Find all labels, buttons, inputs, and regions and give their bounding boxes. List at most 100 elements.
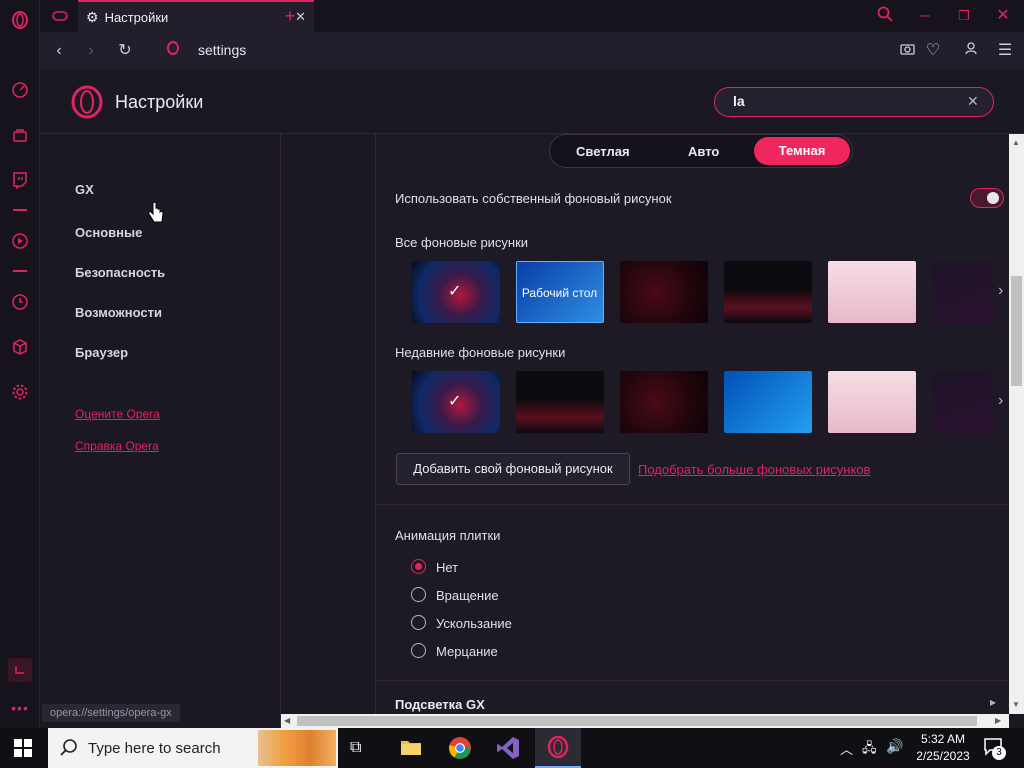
network-icon[interactable]: 🖧 [862, 739, 877, 761]
vertical-scrollbar[interactable]: ▲ ▼ [1009, 134, 1024, 714]
opera-gx-taskbar-button[interactable] [535, 728, 581, 768]
settings-content: Светлая Авто Темная Использовать собстве… [376, 134, 1009, 714]
scroll-thumb[interactable] [1011, 276, 1022, 386]
animation-none-label: Нет [436, 560, 459, 575]
theme-light-option[interactable]: Светлая [576, 144, 630, 159]
address-bar: ‹ › ↻ settings ♡ ☰ [40, 32, 1024, 70]
easy-setup-icon[interactable]: ☰ [994, 40, 1016, 62]
nav-item-basic[interactable]: Основные [75, 225, 142, 240]
animation-flicker-radio[interactable] [411, 643, 426, 658]
speedometer-icon[interactable] [8, 78, 32, 102]
volume-icon[interactable]: 🔊 [886, 738, 903, 755]
checkmark-icon: ✓ [448, 393, 462, 410]
tile-animation-title: Анимация плитки [395, 528, 501, 543]
clock-date[interactable]: 2/25/2023 [912, 749, 974, 763]
scroll-left-arrow-icon[interactable]: ◀ [284, 716, 290, 725]
back-button[interactable]: ‹ [48, 40, 70, 62]
opera-logo-icon [70, 85, 104, 124]
reload-button[interactable]: ↻ [114, 40, 136, 62]
settings-gear-icon[interactable] [8, 380, 32, 404]
settings-header: Настройки la ✕ [40, 70, 1024, 134]
clock-time[interactable]: 5:32 AM [912, 732, 974, 746]
notification-center-icon[interactable]: 3 [984, 738, 1006, 761]
opera-help-link[interactable]: Справка Opera [75, 439, 159, 453]
account-icon[interactable] [960, 40, 982, 62]
twitch-icon[interactable] [8, 168, 32, 192]
more-icon[interactable]: ••• [8, 696, 32, 720]
gear-icon: ⚙ [86, 8, 99, 25]
scroll-down-arrow-icon[interactable]: ▼ [1012, 700, 1020, 709]
recent-wallpaper-red-particles[interactable] [620, 371, 708, 433]
recent-wallpaper-selected[interactable]: ✓ [412, 371, 500, 433]
section-divider [376, 680, 1009, 681]
gx-lighting-title[interactable]: Подсветка GX [395, 697, 485, 712]
player-icon[interactable] [8, 229, 32, 253]
camera-icon[interactable] [896, 40, 918, 62]
tab-settings[interactable]: ⚙ Настройки ✕ [78, 0, 314, 32]
horizontal-scrollbar[interactable]: ◀ ▶ [281, 714, 1009, 728]
close-window-button[interactable]: ✕ [993, 6, 1013, 26]
animation-none-radio[interactable] [411, 559, 426, 574]
heart-icon[interactable]: ♡ [922, 40, 944, 62]
nav-item-features[interactable]: Возможности [75, 305, 162, 320]
tab-title: Настройки [104, 9, 169, 25]
scroll-up-arrow-icon[interactable]: ▲ [1012, 138, 1020, 147]
search-highlight-image [258, 730, 336, 766]
wallpaper-thumb-pink[interactable] [828, 261, 916, 323]
rate-opera-link[interactable]: Оцените Opera [75, 407, 160, 421]
taskbar-search-box[interactable]: Type here to search [48, 728, 338, 768]
theme-dark-option[interactable]: Темная [754, 137, 850, 165]
tab-bar: ⚙ Настройки ✕ + – ❐ ✕ [40, 0, 1024, 32]
h-scroll-thumb[interactable] [297, 716, 977, 726]
custom-wallpaper-label: Использовать собственный фоновый рисунок [395, 191, 672, 206]
recent-wallpaper-purple[interactable] [932, 371, 994, 433]
nav-item-security[interactable]: Безопасность [75, 265, 165, 280]
restore-button[interactable]: ❐ [954, 6, 974, 26]
nav-item-browser[interactable]: Браузер [75, 345, 128, 360]
chrome-icon[interactable] [448, 736, 472, 765]
more-wallpapers-link[interactable]: Подобрать больше фоновых рисунков [638, 462, 870, 477]
animation-rotate-radio[interactable] [411, 587, 426, 602]
recent-wallpaper-red-wave[interactable] [516, 371, 604, 433]
tray-expand-icon[interactable]: ︿ [840, 739, 853, 758]
history-icon[interactable] [8, 290, 32, 314]
recent-wallpaper-pink[interactable] [828, 371, 916, 433]
visual-studio-icon[interactable] [496, 736, 520, 765]
clear-search-icon[interactable]: ✕ [967, 93, 979, 110]
chevron-right-icon[interactable]: › [998, 282, 1003, 300]
opera-site-icon [162, 40, 184, 62]
recent-wallpapers-label: Недавние фоновые рисунки [395, 345, 566, 360]
wallpaper-thumb-red-particles[interactable] [620, 261, 708, 323]
wallpaper-thumb-selected[interactable]: ✓ [412, 261, 500, 323]
checkmark-icon: ✓ [448, 283, 462, 300]
add-wallpaper-button[interactable]: Добавить свой фоновый рисунок [396, 453, 630, 485]
scroll-right-arrow-icon[interactable]: ▶ [995, 716, 1001, 725]
nav-gutter [281, 134, 376, 728]
section-divider [376, 504, 1009, 505]
wallpaper-thumb-red-wave[interactable] [724, 261, 812, 323]
search-tabs-icon[interactable] [875, 6, 895, 26]
new-tab-button[interactable]: + [280, 6, 300, 26]
chevron-right-icon[interactable]: › [998, 392, 1003, 410]
custom-wallpaper-toggle[interactable] [970, 188, 1004, 208]
gamepad-icon[interactable] [50, 0, 70, 32]
recent-wallpaper-windows[interactable] [724, 371, 812, 433]
wallpaper-thumb-desktop[interactable]: Рабочий стол [516, 261, 604, 323]
task-view-icon[interactable]: ⧉ [350, 739, 361, 757]
settings-search-input[interactable]: la [714, 87, 994, 117]
extensions-cube-icon[interactable] [8, 335, 32, 359]
gamepad-bag-icon[interactable] [8, 123, 32, 147]
opera-menu-icon[interactable] [8, 8, 32, 32]
wallpaper-thumb-purple[interactable] [932, 261, 994, 323]
animation-slide-radio[interactable] [411, 615, 426, 630]
minimize-button[interactable]: – [915, 6, 935, 26]
gx-control-icon[interactable] [8, 658, 32, 682]
file-explorer-icon[interactable] [400, 738, 422, 761]
desktop-wallpaper-label: Рабочий стол [521, 286, 598, 300]
forward-button[interactable]: › [80, 40, 102, 62]
expand-arrow-icon[interactable]: ▸ [990, 695, 996, 709]
nav-item-gx[interactable]: GX [75, 182, 94, 197]
theme-auto-option[interactable]: Авто [688, 144, 719, 159]
url-field[interactable]: settings [198, 42, 246, 58]
windows-start-icon[interactable] [14, 739, 32, 762]
